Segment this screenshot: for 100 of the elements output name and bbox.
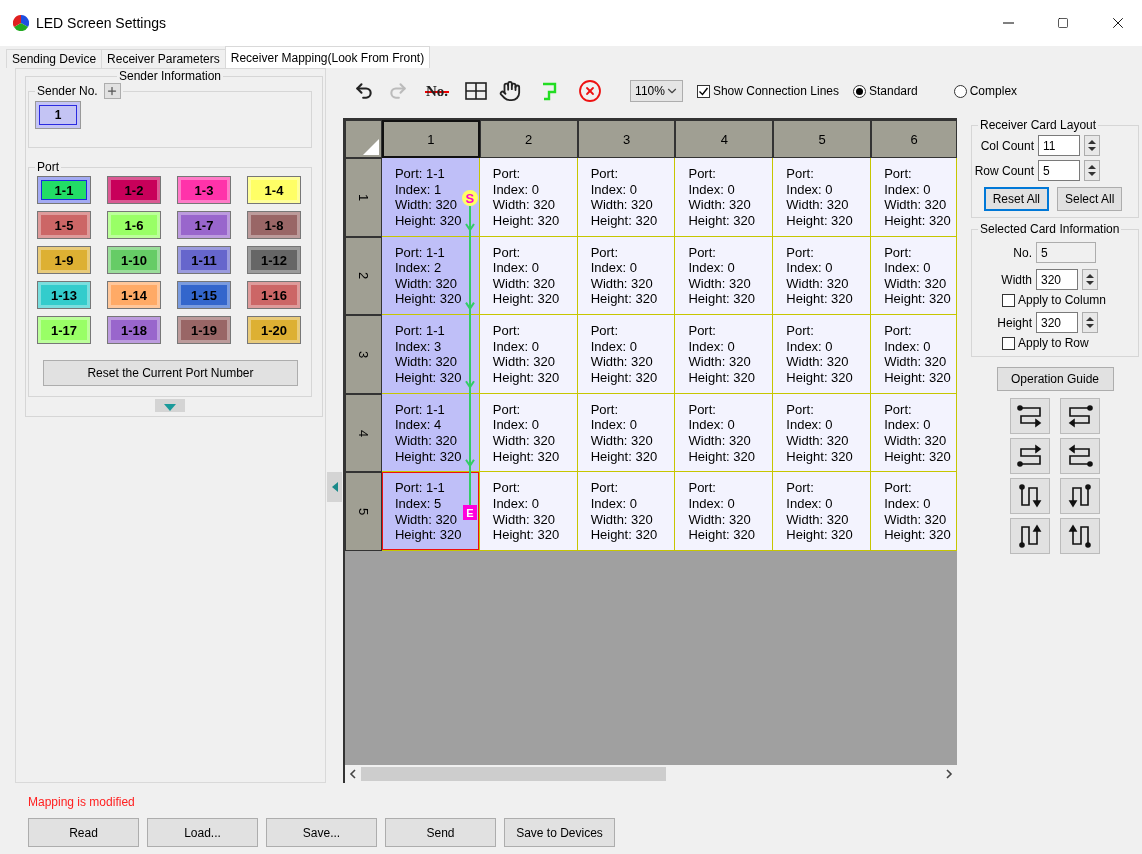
- receiver-card-cell[interactable]: Port: Index: 0 Width: 320 Height: 320: [773, 236, 872, 316]
- spin-buttons[interactable]: [1084, 135, 1100, 156]
- spin-input-field[interactable]: 5: [1038, 160, 1080, 181]
- add-button[interactable]: [103, 83, 121, 99]
- receiver-card-cell[interactable]: Port: Index: 0 Width: 320 Height: 320: [871, 236, 957, 316]
- receiver-card-cell[interactable]: Port: Index: 0 Width: 320 Height: 320: [479, 158, 578, 237]
- tab[interactable]: Sending Device: [6, 49, 103, 68]
- action-button[interactable]: Save to Devices: [504, 818, 615, 847]
- wiring-pattern-button[interactable]: [1060, 398, 1100, 434]
- receiver-card-cell[interactable]: Port: Index: 0 Width: 320 Height: 320: [479, 393, 578, 473]
- port-button[interactable]: 1-9: [37, 246, 91, 274]
- action-button[interactable]: Read: [28, 818, 139, 847]
- receiver-card-cell[interactable]: Port: Index: 0 Width: 320 Height: 320: [577, 472, 676, 551]
- receiver-card-cell[interactable]: Port: Index: 0 Width: 320 Height: 320: [871, 472, 957, 551]
- port-button[interactable]: 1-12: [247, 246, 301, 274]
- wiring-pattern-button[interactable]: [1010, 398, 1050, 434]
- zoom-select[interactable]: 110%: [630, 80, 683, 102]
- layout-button[interactable]: Reset All: [983, 187, 1049, 211]
- receiver-card-cell[interactable]: Port: Index: 0 Width: 320 Height: 320: [773, 158, 872, 237]
- action-button[interactable]: Load...: [147, 818, 258, 847]
- port-button[interactable]: 1-5: [37, 211, 91, 239]
- radio-button[interactable]: [853, 84, 866, 98]
- row-header[interactable]: 5: [345, 472, 382, 551]
- receiver-card-cell[interactable]: Port: Index: 0 Width: 320 Height: 320: [773, 393, 872, 473]
- column-header[interactable]: 6: [871, 120, 957, 158]
- port-button[interactable]: 1-13: [37, 281, 91, 309]
- wiring-pattern-button[interactable]: [1010, 478, 1050, 514]
- port-button[interactable]: 1-2: [107, 176, 161, 204]
- row-header[interactable]: 3: [345, 315, 382, 394]
- wiring-pattern-button[interactable]: [1060, 478, 1100, 514]
- receiver-card-cell[interactable]: Port: Index: 0 Width: 320 Height: 320: [577, 315, 676, 394]
- number-field[interactable]: 5: [1036, 242, 1096, 263]
- receiver-card-cell[interactable]: Port: Index: 0 Width: 320 Height: 320: [577, 236, 676, 316]
- spin-buttons[interactable]: [1082, 312, 1098, 333]
- receiver-card-cell[interactable]: Port: Index: 0 Width: 320 Height: 320: [773, 315, 872, 394]
- receiver-card-cell[interactable]: Port: Index: 0 Width: 320 Height: 320: [479, 315, 578, 394]
- group-title: Receiver Card Layout: [979, 118, 1098, 132]
- port-button[interactable]: 1-18: [107, 316, 161, 344]
- port-button[interactable]: 1-3: [177, 176, 231, 204]
- column-header[interactable]: 4: [675, 120, 774, 158]
- reset-port-button[interactable]: Reset the Current Port Number: [43, 360, 298, 386]
- receiver-card-cell[interactable]: Port: Index: 0 Width: 320 Height: 320: [871, 158, 957, 237]
- checkbox[interactable]: [1002, 336, 1015, 350]
- wiring-pattern-button[interactable]: [1010, 438, 1050, 474]
- radio-button[interactable]: [953, 84, 967, 98]
- receiver-card-cell[interactable]: Port: 1-1 Index: 3 Width: 320 Height: 320: [381, 315, 480, 394]
- port-button[interactable]: 1-11: [177, 246, 231, 274]
- port-button[interactable]: 1-17: [37, 316, 91, 344]
- receiver-card-cell[interactable]: Port: Index: 0 Width: 320 Height: 320: [479, 236, 578, 316]
- corner-header[interactable]: [345, 120, 382, 158]
- receiver-card-cell[interactable]: Port: Index: 0 Width: 320 Height: 320: [675, 158, 774, 237]
- tab[interactable]: Receiver Mapping(Look From Front): [224, 46, 431, 68]
- port-button[interactable]: 1-6: [107, 211, 161, 239]
- receiver-card-cell[interactable]: Port: Index: 0 Width: 320 Height: 320: [675, 236, 774, 316]
- spin-input-field[interactable]: 320: [1036, 312, 1078, 333]
- port-button[interactable]: 1-20: [247, 316, 301, 344]
- receiver-card-cell[interactable]: Port: 1-1 Index: 2 Width: 320 Height: 320: [381, 236, 480, 316]
- row-header[interactable]: 1: [345, 158, 382, 237]
- operation-guide-button[interactable]: Operation Guide: [996, 367, 1114, 391]
- receiver-card-cell[interactable]: Port: Index: 0 Width: 320 Height: 320: [675, 315, 774, 394]
- side-collapse-button[interactable]: [327, 472, 342, 502]
- action-button[interactable]: Save...: [266, 818, 377, 847]
- wiring-pattern-button[interactable]: [1010, 518, 1050, 554]
- receiver-card-cell[interactable]: Port: Index: 0 Width: 320 Height: 320: [871, 393, 957, 473]
- checkbox[interactable]: [696, 84, 710, 98]
- column-header[interactable]: 5: [773, 120, 872, 158]
- spin-input-field[interactable]: 320: [1036, 269, 1078, 290]
- port-button[interactable]: 1-10: [107, 246, 161, 274]
- row-header[interactable]: 2: [345, 236, 382, 316]
- column-header[interactable]: 3: [577, 120, 676, 158]
- serpentine-path-icon: [1066, 483, 1094, 509]
- spin-buttons[interactable]: [1084, 160, 1100, 181]
- receiver-card-cell[interactable]: Port: Index: 0 Width: 320 Height: 320: [479, 472, 578, 551]
- receiver-card-cell[interactable]: Port: Index: 0 Width: 320 Height: 320: [577, 393, 676, 473]
- column-header[interactable]: 2: [479, 120, 578, 158]
- receiver-card-cell[interactable]: Port: Index: 0 Width: 320 Height: 320: [871, 315, 957, 394]
- receiver-card-cell[interactable]: Port: Index: 0 Width: 320 Height: 320: [577, 158, 676, 237]
- port-button[interactable]: 1-16: [247, 281, 301, 309]
- receiver-card-cell[interactable]: Port: 1-1 Index: 4 Width: 320 Height: 320: [381, 393, 480, 473]
- port-button[interactable]: 1-15: [177, 281, 231, 309]
- port-button[interactable]: 1-1: [37, 176, 91, 204]
- receiver-card-cell[interactable]: Port: Index: 0 Width: 320 Height: 320: [773, 472, 872, 551]
- sender-button[interactable]: 1: [35, 101, 81, 129]
- port-button[interactable]: 1-4: [247, 176, 301, 204]
- start-marker: S: [461, 190, 478, 206]
- port-button[interactable]: 1-14: [107, 281, 161, 309]
- wiring-pattern-button[interactable]: [1060, 518, 1100, 554]
- receiver-card-cell[interactable]: Port: Index: 0 Width: 320 Height: 320: [675, 393, 774, 473]
- spin-buttons[interactable]: [1082, 269, 1098, 290]
- receiver-card-cell[interactable]: Port: Index: 0 Width: 320 Height: 320: [675, 472, 774, 551]
- port-button[interactable]: 1-19: [177, 316, 231, 344]
- port-button[interactable]: 1-8: [247, 211, 301, 239]
- wiring-pattern-button[interactable]: [1060, 438, 1100, 474]
- row-header[interactable]: 4: [345, 393, 382, 473]
- port-button[interactable]: 1-7: [177, 211, 231, 239]
- layout-button[interactable]: Select All: [1057, 187, 1123, 211]
- checkbox[interactable]: [1002, 293, 1015, 307]
- column-header[interactable]: 1: [381, 120, 480, 158]
- action-button[interactable]: Send: [385, 818, 496, 847]
- spin-input-field[interactable]: 11: [1038, 135, 1080, 156]
